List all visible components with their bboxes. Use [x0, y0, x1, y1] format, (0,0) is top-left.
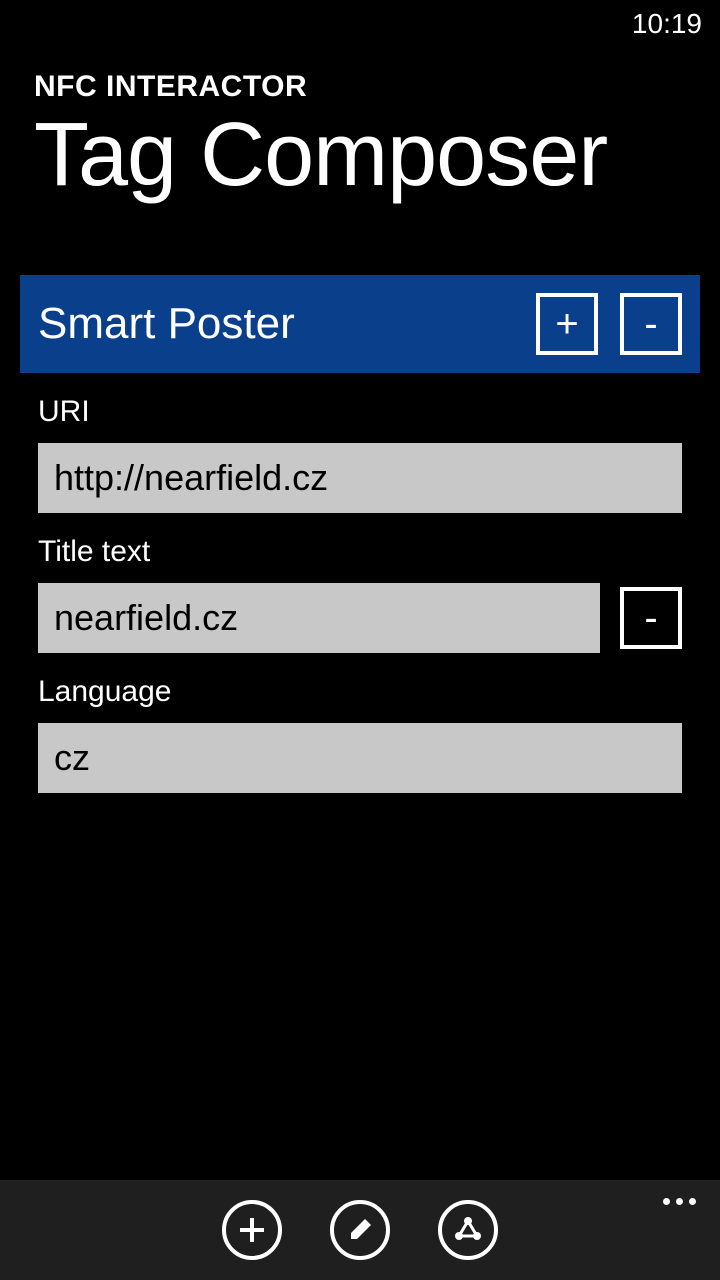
- status-bar: 10:19: [0, 0, 720, 40]
- uri-group: URI: [20, 395, 700, 513]
- status-time: 10:19: [632, 8, 702, 40]
- appbar-edit-button[interactable]: [330, 1200, 390, 1260]
- share-icon: [452, 1214, 484, 1246]
- plus-icon: +: [555, 304, 578, 344]
- language-input[interactable]: [38, 723, 682, 793]
- dot-icon: [689, 1198, 696, 1205]
- section-buttons: + -: [536, 293, 682, 355]
- language-group: Language: [20, 675, 700, 793]
- title-text-label: Title text: [38, 535, 682, 569]
- appbar-share-button[interactable]: [438, 1200, 498, 1260]
- header: NFC INTERACTOR Tag Composer: [0, 40, 720, 203]
- app-title: NFC INTERACTOR: [34, 70, 698, 104]
- language-label: Language: [38, 675, 682, 709]
- add-record-button[interactable]: +: [536, 293, 598, 355]
- section-header: Smart Poster + -: [20, 275, 700, 373]
- minus-icon: -: [644, 304, 657, 344]
- uri-label: URI: [38, 395, 682, 429]
- minus-icon: -: [644, 598, 657, 638]
- remove-record-button[interactable]: -: [620, 293, 682, 355]
- page-title: Tag Composer: [34, 108, 698, 203]
- uri-input[interactable]: [38, 443, 682, 513]
- dot-icon: [663, 1198, 670, 1205]
- remove-title-button[interactable]: -: [620, 587, 682, 649]
- dot-icon: [676, 1198, 683, 1205]
- app-bar: [0, 1180, 720, 1280]
- appbar-add-button[interactable]: [222, 1200, 282, 1260]
- title-text-input[interactable]: [38, 583, 600, 653]
- plus-icon: [236, 1214, 268, 1246]
- content: Smart Poster + - URI Title text - Langua…: [0, 203, 720, 793]
- edit-icon: [345, 1215, 375, 1245]
- appbar-more-button[interactable]: [663, 1198, 696, 1205]
- title-text-group: Title text -: [20, 535, 700, 653]
- section-title: Smart Poster: [38, 299, 295, 349]
